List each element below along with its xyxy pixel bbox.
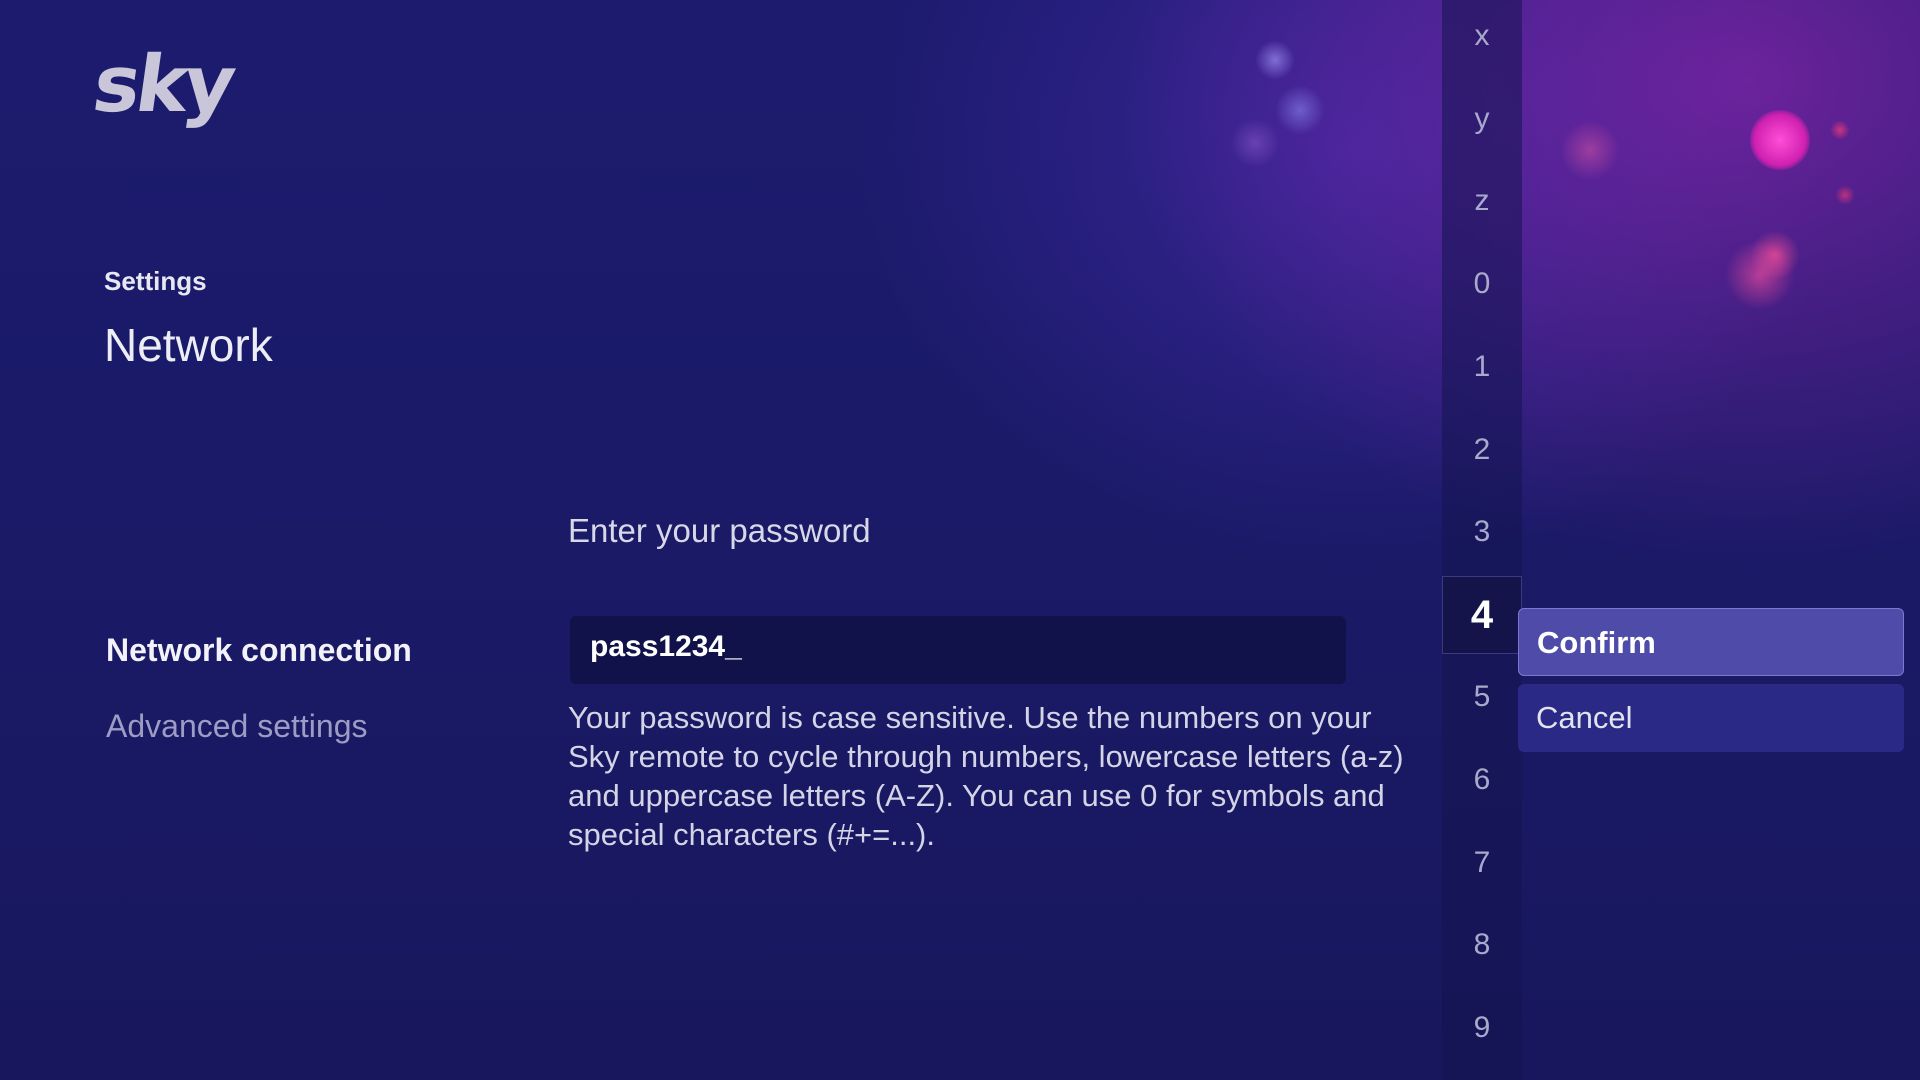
background-bokeh — [1835, 185, 1855, 205]
keypad-key-5[interactable]: 5 — [1442, 677, 1522, 717]
background-bokeh — [1725, 240, 1795, 310]
keypad-key-8[interactable]: 8 — [1442, 925, 1522, 965]
background-bokeh — [1275, 85, 1325, 135]
keypad-key-4-selected[interactable]: 4 — [1442, 576, 1522, 654]
keypad-key-x[interactable]: x — [1442, 16, 1522, 56]
password-help-text: Your password is case sensitive. Use the… — [568, 700, 1404, 852]
sky-logo: sky — [87, 40, 238, 130]
confirm-button[interactable]: Confirm — [1518, 608, 1904, 676]
password-input[interactable]: pass1234_ — [570, 616, 1346, 684]
keypad-key-y[interactable]: y — [1442, 99, 1522, 139]
background-bokeh — [1830, 120, 1850, 140]
keypad-key-9[interactable]: 9 — [1442, 1008, 1522, 1048]
page-title: Network — [104, 319, 273, 371]
background-bokeh — [1255, 40, 1295, 80]
keypad-key-1[interactable]: 1 — [1442, 347, 1522, 387]
keypad-key-z[interactable]: z — [1442, 181, 1522, 221]
password-prompt: Enter your password — [568, 512, 871, 549]
background-bokeh — [1750, 110, 1810, 170]
character-keypad: x y z 0 1 2 3 5 6 7 8 9 — [1442, 0, 1522, 1080]
sidebar-item-network-connection[interactable]: Network connection — [106, 632, 412, 669]
sidebar-item-advanced-settings[interactable]: Advanced settings — [106, 708, 368, 745]
breadcrumb: Settings — [104, 266, 207, 296]
keypad-key-6[interactable]: 6 — [1442, 760, 1522, 800]
keypad-key-0[interactable]: 0 — [1442, 264, 1522, 304]
keypad-key-3[interactable]: 3 — [1442, 512, 1522, 552]
keypad-key-7[interactable]: 7 — [1442, 843, 1522, 883]
background-bokeh — [1230, 118, 1280, 168]
keypad-key-2[interactable]: 2 — [1442, 430, 1522, 470]
background-bokeh — [1560, 120, 1620, 180]
cancel-button[interactable]: Cancel — [1518, 684, 1904, 752]
